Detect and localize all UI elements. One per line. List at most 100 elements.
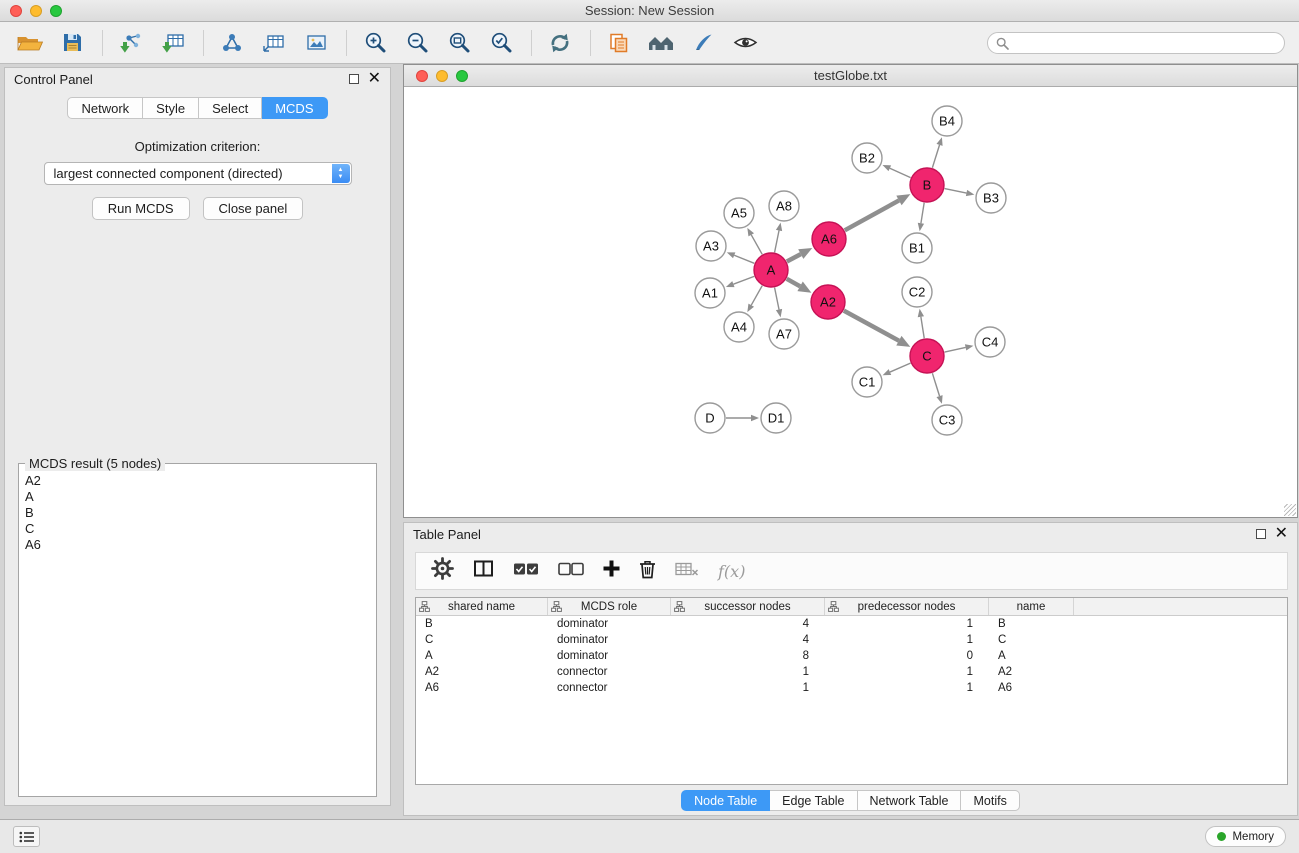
graph-node-B2[interactable]: B2 <box>852 143 882 173</box>
graph-node-A5[interactable]: A5 <box>724 198 754 228</box>
tab-edge-table[interactable]: Edge Table <box>770 790 857 811</box>
graph-node-C[interactable]: C <box>910 339 944 373</box>
graph-edge-C-C4[interactable] <box>945 347 966 352</box>
graph-edge-A-A5[interactable] <box>751 235 762 255</box>
tab-style[interactable]: Style <box>143 97 199 119</box>
graph-node-A1[interactable]: A1 <box>695 278 725 308</box>
zoom-in-button[interactable] <box>357 27 393 59</box>
graph-edge-C-C3[interactable] <box>932 373 939 396</box>
graph-node-C1[interactable]: C1 <box>852 367 882 397</box>
graph-node-D1[interactable]: D1 <box>761 403 791 433</box>
network-minimize-button[interactable] <box>436 70 448 82</box>
search-input[interactable] <box>987 32 1285 54</box>
graph-edge-A-A4[interactable] <box>751 286 762 306</box>
tab-motifs[interactable]: Motifs <box>961 790 1019 811</box>
graph-edge-A-A6[interactable] <box>787 254 801 261</box>
graph-edge-A-A7[interactable] <box>775 288 779 310</box>
network-zoom-button[interactable] <box>456 70 468 82</box>
home-button[interactable] <box>643 27 679 59</box>
mcds-result-item[interactable]: B <box>25 505 376 521</box>
graph-edge-A6-B[interactable] <box>845 200 899 230</box>
graph-node-B1[interactable]: B1 <box>902 233 932 263</box>
graph-node-A2[interactable]: A2 <box>811 285 845 319</box>
graph-node-D[interactable]: D <box>695 403 725 433</box>
float-panel-icon[interactable] <box>1256 529 1266 539</box>
save-session-button[interactable] <box>54 27 90 59</box>
function-builder-button[interactable]: f(x) <box>718 562 745 581</box>
graph-edge-C-C1[interactable] <box>890 363 911 372</box>
graph-node-A3[interactable]: A3 <box>696 231 726 261</box>
mcds-result-item[interactable]: A <box>25 489 376 505</box>
mcds-result-item[interactable]: C <box>25 521 376 537</box>
import-network-from-file-button[interactable] <box>113 27 149 59</box>
resize-grip[interactable] <box>1284 504 1296 516</box>
graph-node-A4[interactable]: A4 <box>724 312 754 342</box>
graph-edge-A-A2[interactable] <box>787 279 800 287</box>
add-column-button[interactable] <box>603 560 620 582</box>
graph-edge-A2-C[interactable] <box>844 311 899 341</box>
app-minimize-button[interactable] <box>30 5 42 17</box>
snapshot-button[interactable] <box>601 27 637 59</box>
apply-layout-button[interactable] <box>542 27 578 59</box>
tab-network-table[interactable]: Network Table <box>858 790 962 811</box>
zoom-selected-button[interactable] <box>483 27 519 59</box>
table-settings-button[interactable] <box>431 557 454 585</box>
graph-edge-A-A8[interactable] <box>775 230 779 252</box>
graph-edge-B-B4[interactable] <box>932 145 939 168</box>
optimization-criterion-select[interactable]: largest connected component (directed) ▲… <box>44 162 352 185</box>
mcds-result-item[interactable]: A2 <box>25 473 376 489</box>
column-header-predecessor-nodes[interactable]: predecessor nodes <box>825 598 989 615</box>
graph-node-A8[interactable]: A8 <box>769 191 799 221</box>
tab-network[interactable]: Network <box>67 97 143 119</box>
tab-node-table[interactable]: Node Table <box>681 790 770 811</box>
table-row[interactable]: A6connector11A6 <box>416 680 1287 696</box>
delete-table-button[interactable] <box>675 561 699 582</box>
close-panel-button[interactable]: Close panel <box>203 197 304 220</box>
close-panel-icon[interactable]: ✕ <box>368 72 381 86</box>
app-close-button[interactable] <box>10 5 22 17</box>
column-header-MCDS-role[interactable]: MCDS role <box>548 598 671 615</box>
zoom-fit-button[interactable] <box>441 27 477 59</box>
close-panel-icon[interactable]: ✕ <box>1275 527 1288 541</box>
delete-column-button[interactable] <box>639 559 656 584</box>
open-session-button[interactable] <box>12 27 48 59</box>
deselect-all-button[interactable] <box>558 562 584 581</box>
export-image-button[interactable] <box>298 27 334 59</box>
table-row[interactable]: Cdominator41C <box>416 632 1287 648</box>
graph-node-B3[interactable]: B3 <box>976 183 1006 213</box>
graph-node-C4[interactable]: C4 <box>975 327 1005 357</box>
table-row[interactable]: A2connector11A2 <box>416 664 1287 680</box>
graph-edge-B-B2[interactable] <box>890 168 911 177</box>
network-window-titlebar[interactable]: testGlobe.txt <box>404 65 1297 87</box>
run-mcds-button[interactable]: Run MCDS <box>92 197 190 220</box>
zoom-out-button[interactable] <box>399 27 435 59</box>
select-all-button[interactable] <box>513 562 539 581</box>
tab-select[interactable]: Select <box>199 97 262 119</box>
graph-node-C3[interactable]: C3 <box>932 405 962 435</box>
tab-mcds[interactable]: MCDS <box>262 97 327 119</box>
float-panel-icon[interactable] <box>349 74 359 84</box>
column-header-shared-name[interactable]: shared name <box>416 598 548 615</box>
table-row[interactable]: Adominator80A <box>416 648 1287 664</box>
table-row[interactable]: Bdominator41B <box>416 616 1287 632</box>
graph-edge-B-B1[interactable] <box>921 203 924 224</box>
style-pen-button[interactable] <box>685 27 721 59</box>
graph-edge-A-A3[interactable] <box>734 255 754 263</box>
network-canvas[interactable]: B4B2BB3A8A5A6B1A3AC2A1A2A4A7C4CC1C3DD1 <box>404 87 1297 517</box>
memory-button[interactable]: Memory <box>1205 826 1286 847</box>
graph-node-C2[interactable]: C2 <box>902 277 932 307</box>
import-network-button[interactable] <box>214 27 250 59</box>
show-graphics-button[interactable] <box>727 27 763 59</box>
column-header-successor-nodes[interactable]: successor nodes <box>671 598 825 615</box>
mcds-result-item[interactable]: A6 <box>25 537 376 553</box>
import-table-from-file-button[interactable] <box>155 27 191 59</box>
graph-edge-B-B3[interactable] <box>945 189 967 193</box>
graph-node-A[interactable]: A <box>754 253 788 287</box>
task-history-button[interactable] <box>13 826 40 847</box>
graph-node-B[interactable]: B <box>910 168 944 202</box>
graph-edge-A-A1[interactable] <box>733 276 754 284</box>
network-close-button[interactable] <box>416 70 428 82</box>
import-table-button[interactable] <box>256 27 292 59</box>
graph-node-A7[interactable]: A7 <box>769 319 799 349</box>
app-zoom-button[interactable] <box>50 5 62 17</box>
